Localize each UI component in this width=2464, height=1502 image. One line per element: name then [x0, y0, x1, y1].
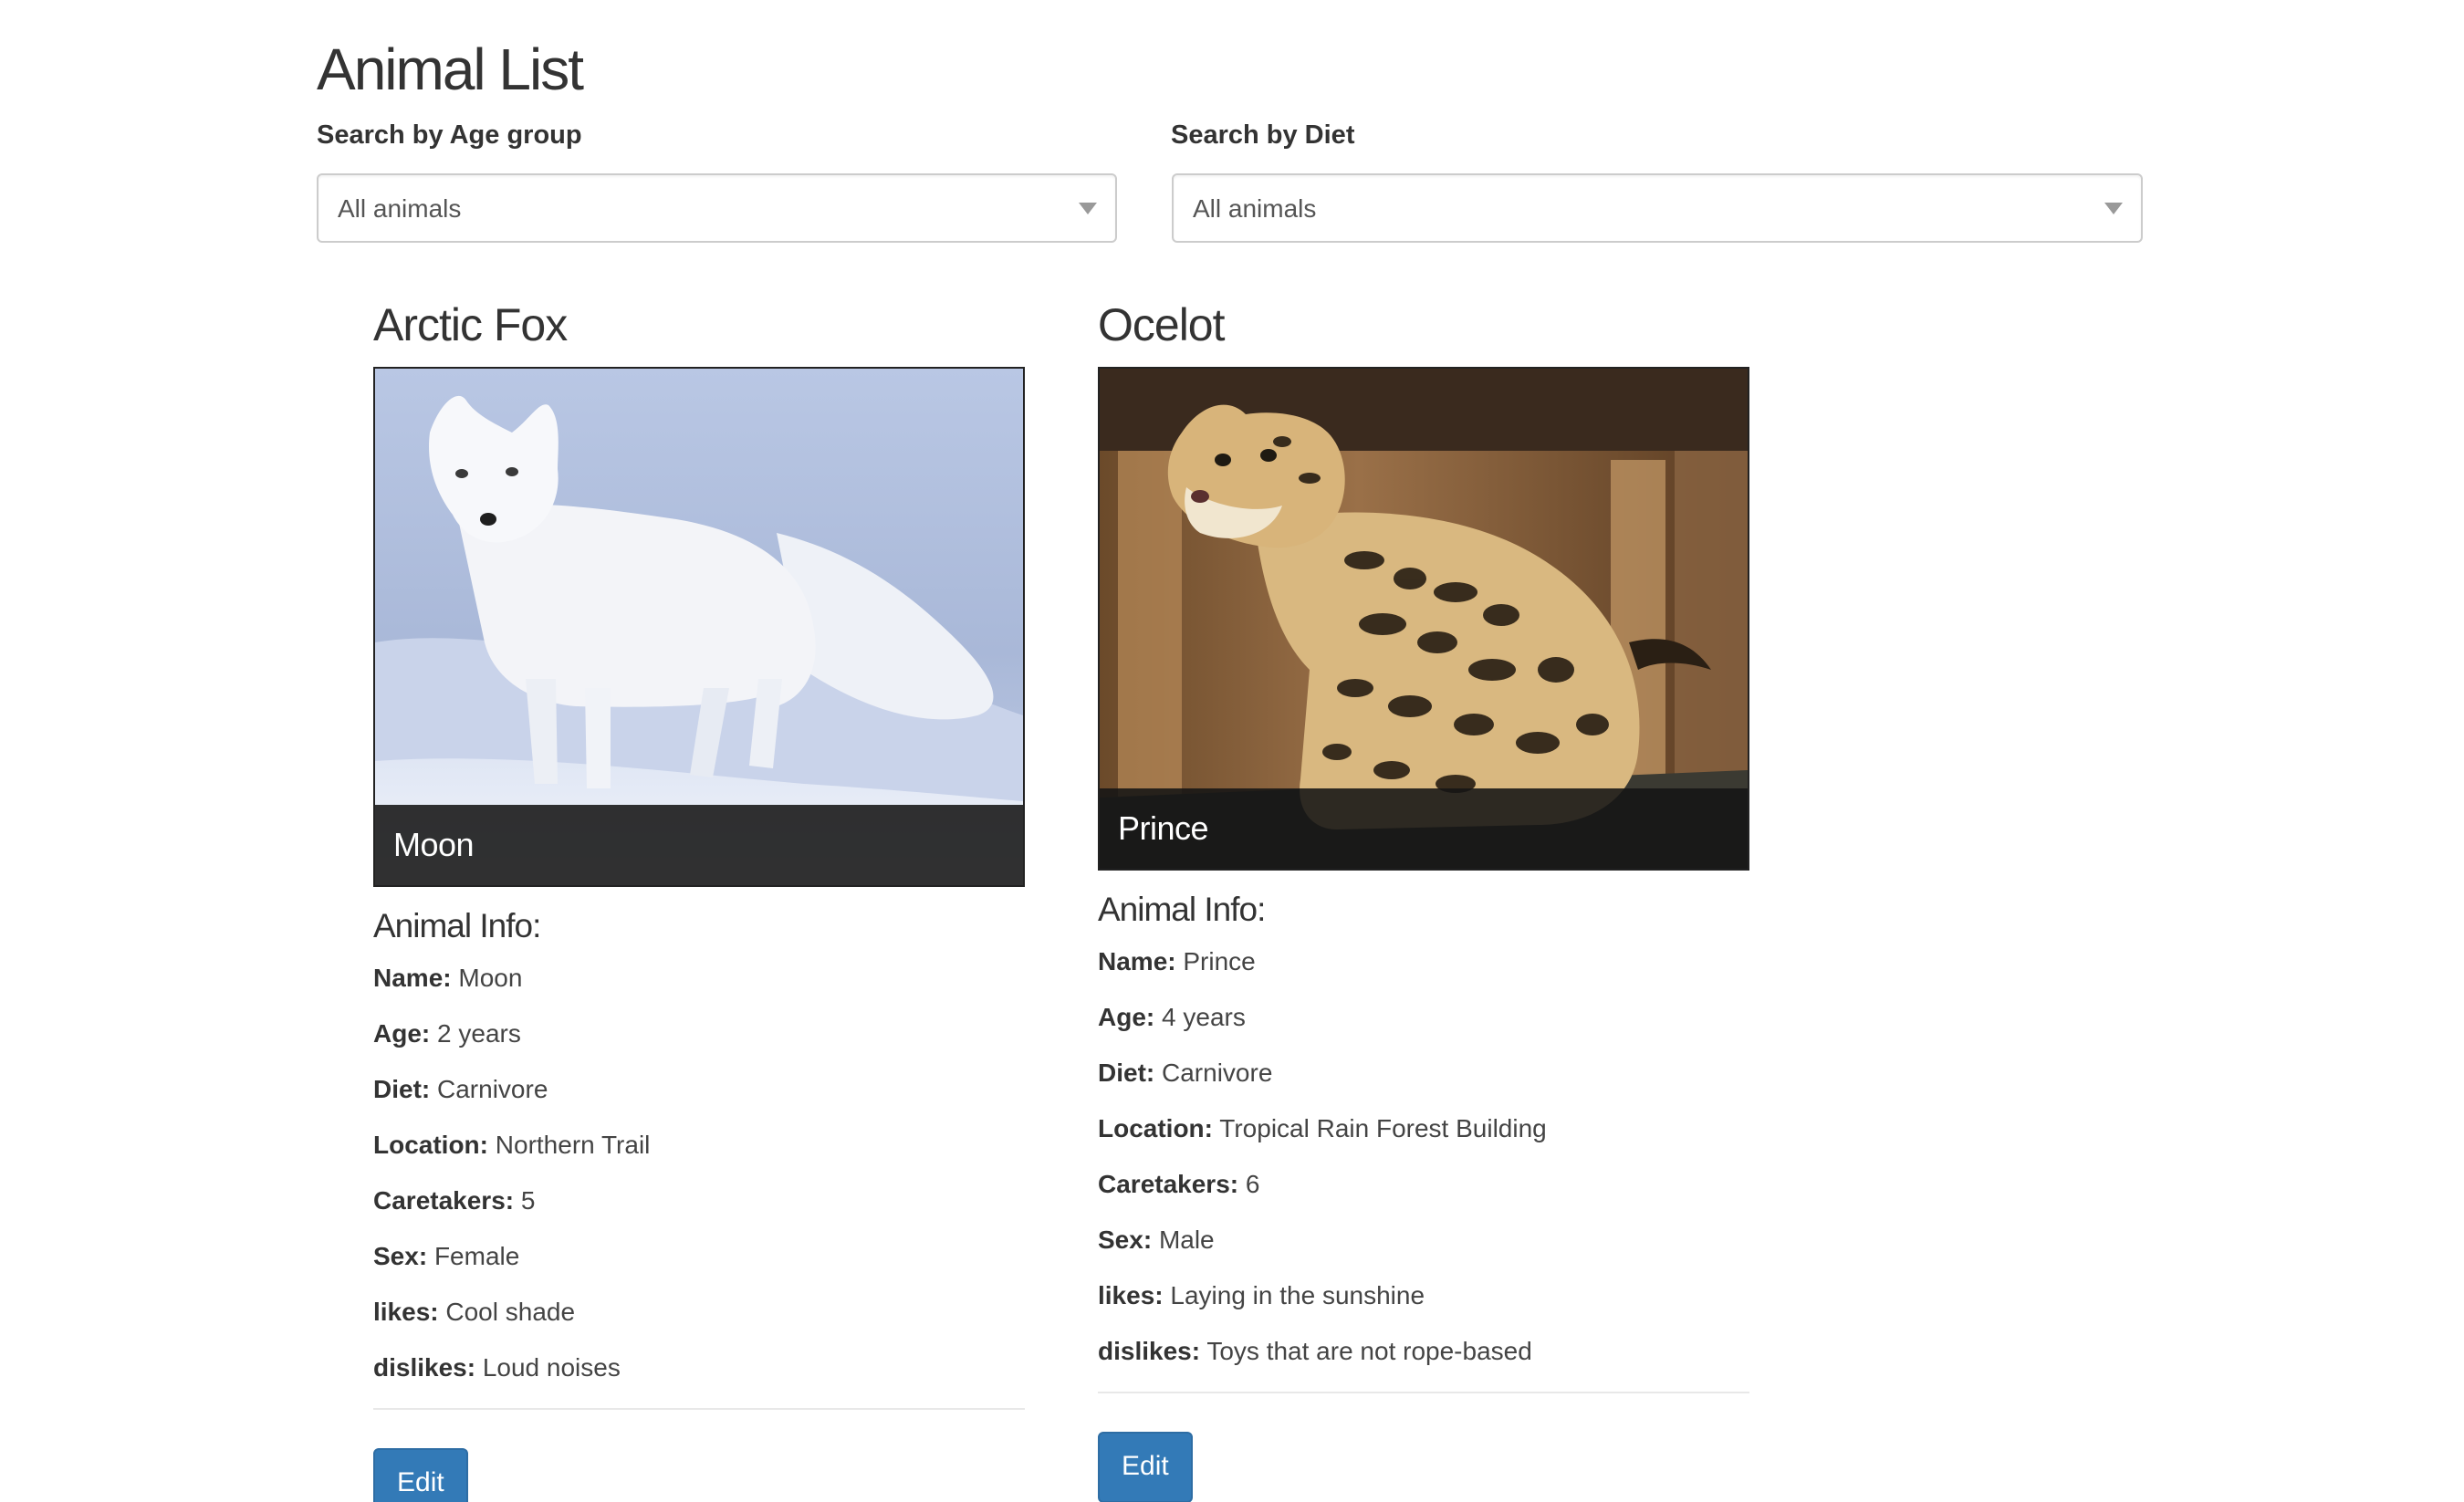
- info-row-name: Name: Moon: [373, 960, 1025, 1016]
- info-value: 5: [520, 1186, 536, 1215]
- diet-select[interactable]: All animals: [1172, 173, 2143, 243]
- info-value: Female: [433, 1242, 520, 1270]
- info-row-sex: Sex: Male: [1098, 1222, 1749, 1278]
- info-label: likes:: [1098, 1281, 1164, 1309]
- info-label: Sex:: [373, 1242, 428, 1270]
- info-label: Sex:: [1098, 1226, 1153, 1254]
- species-title: Arctic Fox: [373, 299, 568, 350]
- info-label: dislikes:: [1098, 1337, 1201, 1365]
- edit-button[interactable]: Edit: [1098, 1432, 1193, 1502]
- animal-photo-caption: Moon: [375, 805, 1023, 885]
- animal-info-heading: Animal Info:: [1098, 891, 1266, 928]
- info-label: Diet:: [373, 1075, 431, 1103]
- info-value: Carnivore: [437, 1075, 548, 1103]
- animal-photo: Moon: [373, 367, 1025, 887]
- info-row-sex: Sex: Female: [373, 1238, 1025, 1294]
- animal-card: Ocelot Prince Animal Info: Name: Prince …: [1098, 290, 1749, 1502]
- info-row-name: Name: Prince: [1098, 944, 1749, 999]
- info-value: Male: [1158, 1226, 1215, 1254]
- age-group-selected-value: All animals: [338, 194, 462, 223]
- info-label: likes:: [373, 1298, 439, 1326]
- info-row-caretakers: Caretakers: 6: [1098, 1166, 1749, 1222]
- divider: [373, 1408, 1025, 1410]
- diet-selected-value: All animals: [1193, 194, 1317, 223]
- info-value: 6: [1245, 1170, 1260, 1198]
- age-group-select[interactable]: All animals: [317, 173, 1117, 243]
- info-value: Loud noises: [482, 1353, 621, 1382]
- info-label: Location:: [373, 1131, 488, 1159]
- chevron-down-icon: [2104, 203, 2123, 214]
- animal-info-heading: Animal Info:: [373, 907, 541, 944]
- age-group-filter-label: Search by Age group: [317, 120, 582, 150]
- info-label: Name:: [373, 964, 452, 992]
- info-value: Cool shade: [445, 1298, 576, 1326]
- info-label: Caretakers:: [373, 1186, 515, 1215]
- animal-photo: Prince: [1098, 367, 1749, 871]
- edit-button[interactable]: Edit: [373, 1448, 468, 1502]
- info-label: Name:: [1098, 947, 1176, 975]
- info-row-diet: Diet: Carnivore: [373, 1071, 1025, 1127]
- info-value: Prince: [1183, 947, 1256, 975]
- info-label: Age:: [373, 1019, 431, 1048]
- page-title: Animal List: [317, 37, 584, 102]
- info-row-dislikes: dislikes: Loud noises: [373, 1350, 1025, 1405]
- info-value: 4 years: [1162, 1003, 1246, 1031]
- info-label: dislikes:: [373, 1353, 476, 1382]
- info-row-age: Age: 4 years: [1098, 999, 1749, 1055]
- info-label: Age:: [1098, 1003, 1155, 1031]
- info-label: Location:: [1098, 1114, 1213, 1142]
- info-value: 2 years: [437, 1019, 521, 1048]
- species-title: Ocelot: [1098, 299, 1226, 350]
- info-row-dislikes: dislikes: Toys that are not rope-based: [1098, 1333, 1749, 1389]
- info-row-age: Age: 2 years: [373, 1016, 1025, 1071]
- chevron-down-icon: [1079, 203, 1097, 214]
- info-row-location: Location: Northern Trail: [373, 1127, 1025, 1183]
- info-value: Tropical Rain Forest Building: [1219, 1114, 1547, 1142]
- info-row-likes: likes: Laying in the sunshine: [1098, 1278, 1749, 1333]
- animal-card: Arctic Fox Moon Animal Info: Name: Moon …: [373, 290, 1025, 1502]
- info-row-diet: Diet: Carnivore: [1098, 1055, 1749, 1111]
- diet-filter-label: Search by Diet: [1171, 120, 1355, 150]
- info-label: Caretakers:: [1098, 1170, 1239, 1198]
- info-value: Carnivore: [1162, 1059, 1273, 1087]
- info-label: Diet:: [1098, 1059, 1155, 1087]
- info-row-caretakers: Caretakers: 5: [373, 1183, 1025, 1238]
- info-row-likes: likes: Cool shade: [373, 1294, 1025, 1350]
- info-value: Toys that are not rope-based: [1206, 1337, 1532, 1365]
- animal-photo-caption: Prince: [1100, 788, 1748, 869]
- info-value: Laying in the sunshine: [1170, 1281, 1425, 1309]
- info-row-location: Location: Tropical Rain Forest Building: [1098, 1111, 1749, 1166]
- info-value: Northern Trail: [495, 1131, 651, 1159]
- divider: [1098, 1392, 1749, 1393]
- info-value: Moon: [458, 964, 523, 992]
